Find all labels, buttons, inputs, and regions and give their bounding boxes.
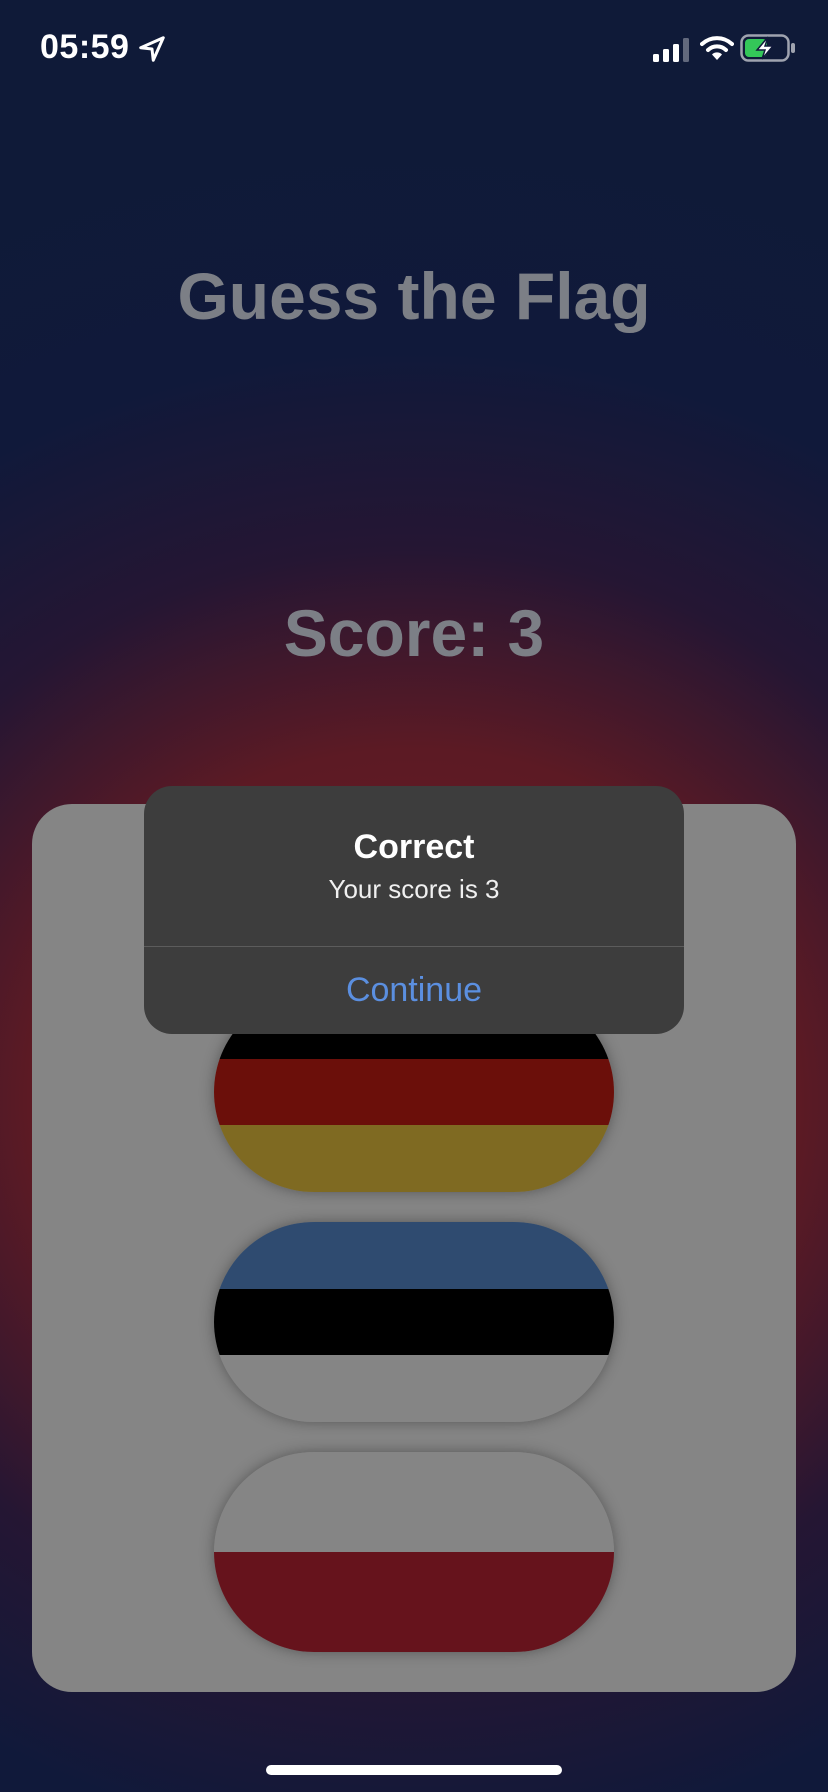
flag-stripe	[214, 1288, 614, 1356]
cellular-signal-icon	[653, 38, 689, 62]
wifi-icon	[700, 36, 734, 60]
alert-message: Your score is 3	[328, 874, 500, 904]
alert-dialog: Correct Your score is 3 Continue	[144, 786, 684, 1034]
flag-stripe	[214, 1058, 614, 1126]
battery-charging-icon	[740, 34, 795, 62]
status-bar: 05:59	[0, 0, 828, 100]
home-indicator[interactable]	[266, 1765, 562, 1775]
continue-button[interactable]: Continue	[144, 947, 684, 1034]
score-label: Score: 3	[283, 596, 545, 670]
status-time: 05:59	[40, 28, 130, 66]
flag-stripe	[214, 1552, 614, 1652]
flag-stripe	[214, 1355, 614, 1422]
alert-title: Correct	[353, 828, 475, 866]
flag-button-3[interactable]	[214, 1452, 614, 1652]
flag-stripe	[214, 1125, 614, 1192]
location-arrow-icon	[139, 36, 165, 62]
flag-stripe	[214, 1222, 614, 1289]
flag-button-2[interactable]	[214, 1222, 614, 1422]
flag-stripe	[214, 1452, 614, 1552]
app-title: Guess the Flag	[177, 259, 651, 333]
